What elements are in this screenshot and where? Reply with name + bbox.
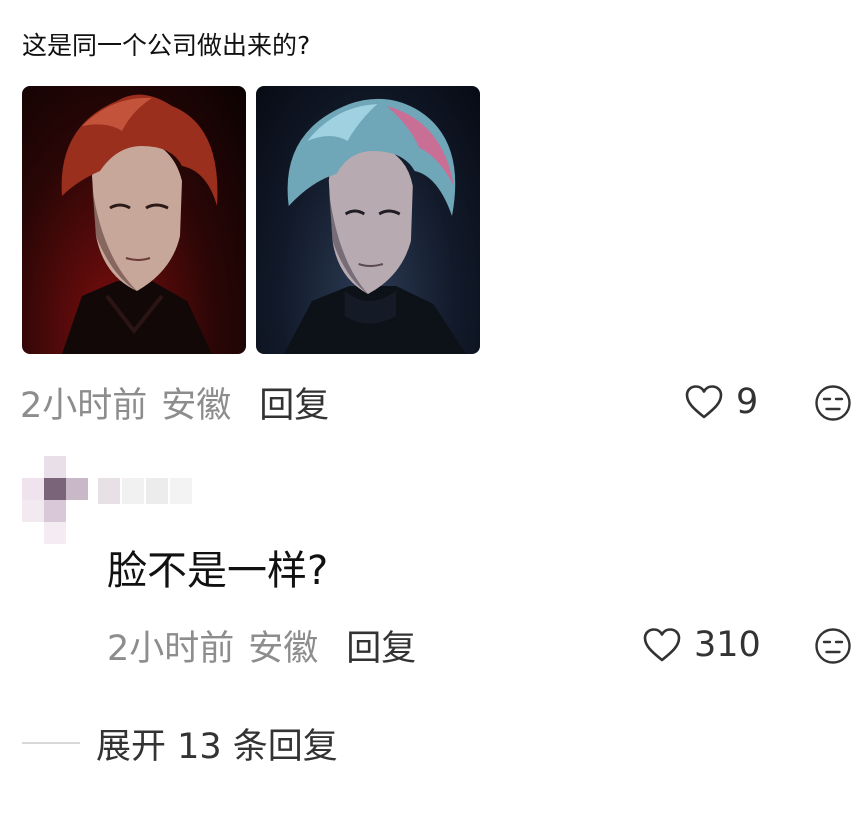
comment-image-red-hair[interactable] [22, 86, 246, 354]
expand-replies-label: 展开 13 条回复 [96, 726, 338, 767]
reply-location: 安徽 [248, 628, 319, 669]
avatar-pixel [44, 456, 66, 478]
comment-text: 这是同一个公司做出来的? [22, 31, 311, 60]
comment-timestamp: 2小时前 [20, 385, 148, 426]
heart-outline-icon [684, 384, 724, 420]
avatar-pixel [22, 500, 44, 522]
comment-like-count: 9 [736, 382, 759, 422]
reply-like-button[interactable]: 310 [642, 623, 761, 667]
reply-meta: 2小时前 安徽 回复 [107, 623, 416, 669]
red-hair-portrait-graphic [61, 94, 218, 354]
comment-location: 安徽 [161, 385, 232, 426]
avatar[interactable] [22, 456, 88, 550]
neutral-face-icon[interactable] [814, 384, 852, 422]
reply-text: 脸不是一样? [107, 548, 329, 594]
username-pixel [122, 478, 144, 504]
heart-outline-icon [642, 627, 682, 663]
expand-divider [22, 742, 80, 744]
comment-like-button[interactable]: 9 [684, 380, 758, 424]
username-pixel [98, 478, 120, 504]
blue-hair-portrait-graphic [284, 98, 466, 354]
reply-like-count: 310 [694, 625, 761, 665]
comment-image-blue-hair[interactable] [256, 86, 480, 354]
avatar-pixel [44, 522, 66, 544]
username-pixel [170, 478, 192, 504]
username-pixel [146, 478, 168, 504]
username[interactable] [98, 478, 194, 504]
comment-meta: 2小时前 安徽 回复 [20, 380, 329, 426]
reply-reply-button[interactable]: 回复 [346, 620, 416, 671]
avatar-pixel [22, 478, 44, 500]
expand-replies-button[interactable]: 展开 13 条回复 [22, 718, 338, 768]
avatar-pixel [66, 478, 88, 500]
comment-reply-button[interactable]: 回复 [259, 377, 329, 428]
neutral-face-icon[interactable] [814, 627, 852, 665]
avatar-pixel [44, 478, 66, 500]
comment-images [22, 86, 498, 354]
reply-timestamp: 2小时前 [107, 628, 235, 669]
avatar-pixel [44, 500, 66, 522]
